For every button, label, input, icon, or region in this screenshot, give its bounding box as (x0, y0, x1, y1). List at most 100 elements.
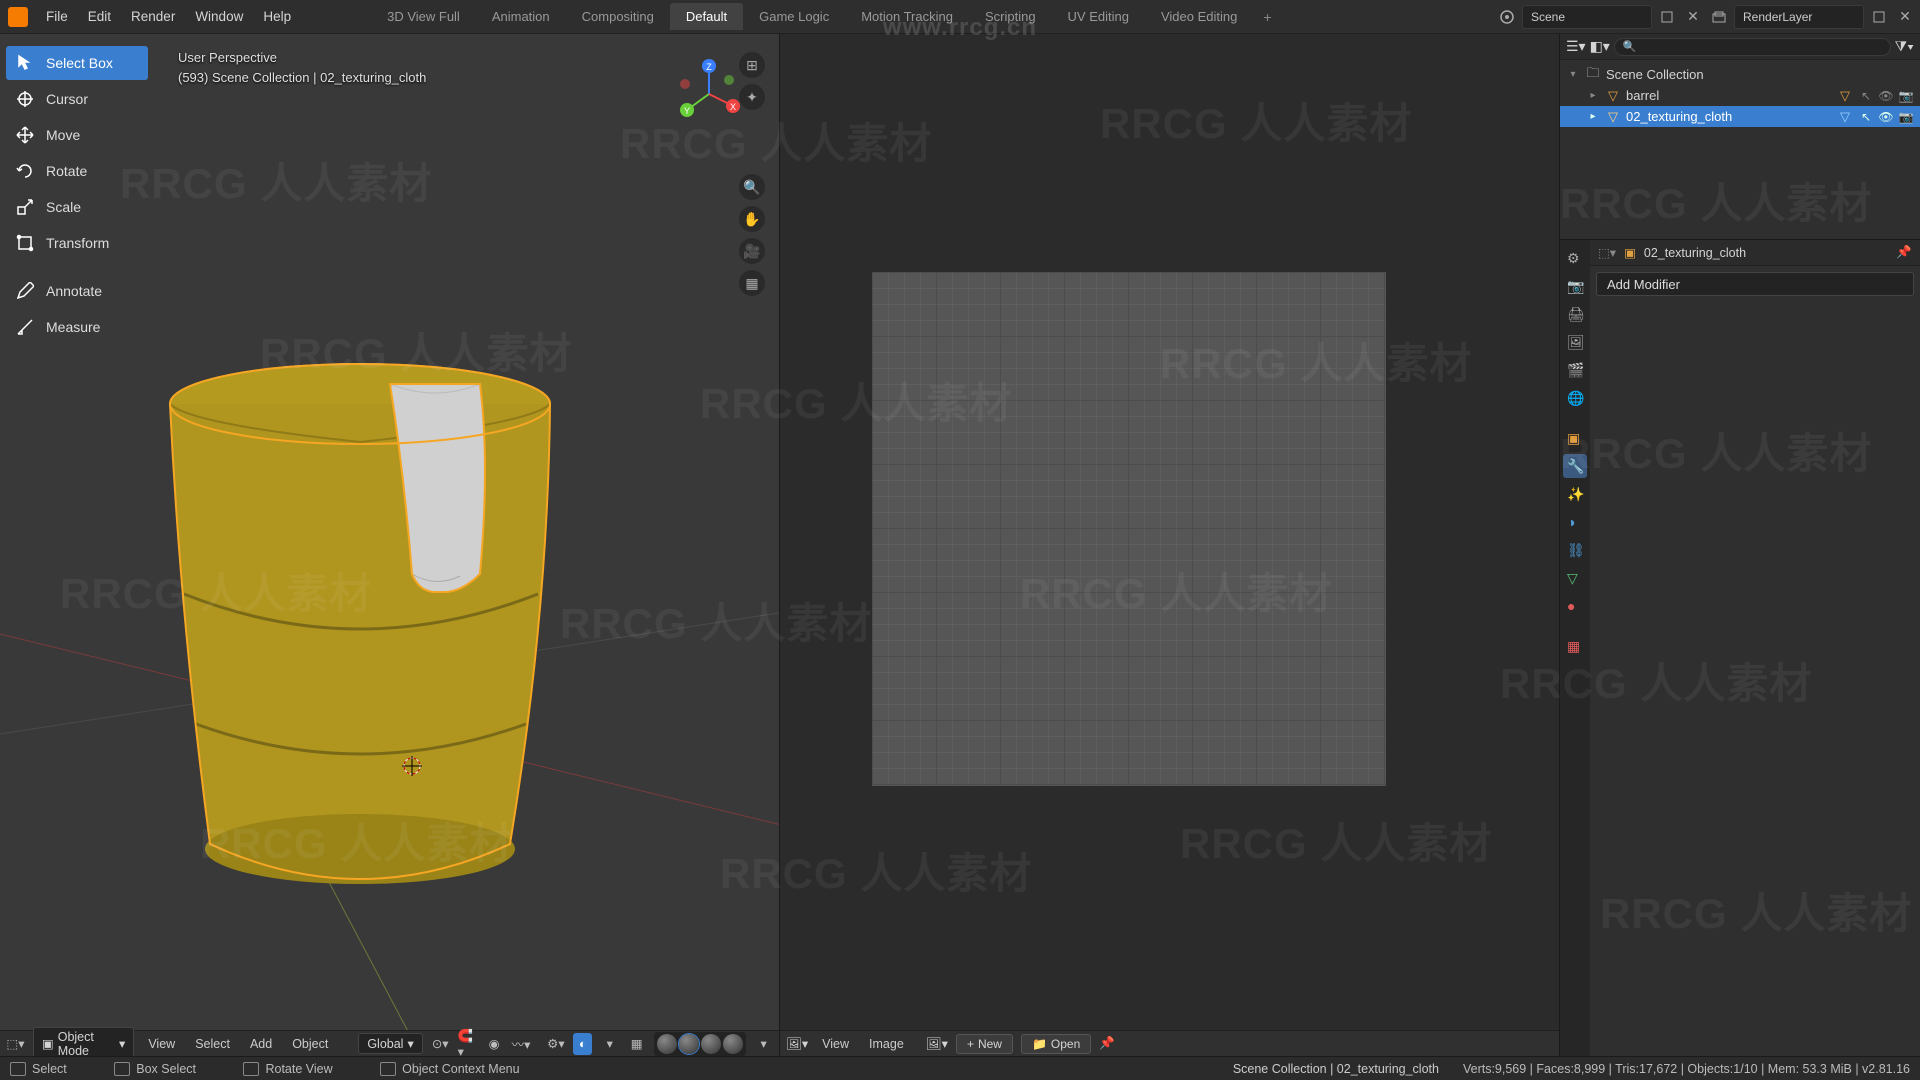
shading-rendered[interactable] (723, 1034, 743, 1054)
tool-measure[interactable]: Measure (6, 310, 148, 344)
proptab-texture[interactable]: ▦ (1563, 634, 1587, 658)
menu-file[interactable]: File (36, 5, 78, 28)
scene-field[interactable]: Scene (1522, 5, 1652, 29)
restrict-select-icon[interactable]: ↖ (1858, 88, 1874, 104)
tool-rotate[interactable]: Rotate (6, 154, 148, 188)
nav-layers-icon[interactable]: ⊞ (739, 52, 765, 78)
tool-annotate[interactable]: Annotate (6, 274, 148, 308)
snap-icon[interactable]: 🧲▾ (458, 1033, 477, 1055)
proptab-modifier[interactable]: 🔧 (1563, 454, 1587, 478)
proptab-constraint[interactable]: ⛓ (1563, 538, 1587, 562)
workspace-gamelogic[interactable]: Game Logic (743, 3, 845, 30)
workspace-default[interactable]: Default (670, 3, 743, 30)
disclosure-icon[interactable]: ▸ (1586, 90, 1600, 101)
proptab-particle[interactable]: ✨ (1563, 482, 1587, 506)
proptab-settings[interactable]: ⚙ (1563, 246, 1587, 270)
disclosure-icon[interactable]: ▾ (1566, 69, 1580, 80)
workspace-scripting[interactable]: Scripting (969, 3, 1052, 30)
orientation-dropdown[interactable]: Global ▾ (358, 1033, 422, 1054)
nav-camera-icon[interactable]: 🎥 (739, 238, 765, 264)
proptab-render[interactable]: 📷 (1563, 274, 1587, 298)
nav-pan-icon[interactable]: ✋ (739, 206, 765, 232)
workspace-add[interactable]: + (1253, 3, 1281, 31)
tool-scale[interactable]: Scale (6, 190, 148, 224)
scene-browse-icon[interactable] (1656, 6, 1678, 28)
workspace-compositing[interactable]: Compositing (566, 3, 670, 30)
outliner-display-icon[interactable]: ◧▾ (1590, 38, 1610, 55)
vp-menu-view[interactable]: View (142, 1035, 181, 1053)
image-editor[interactable]: 🖼▾ View Image 🖼▾ +New 📁Open 📌 (780, 34, 1560, 1056)
outliner-type-icon[interactable]: ☰▾ (1566, 38, 1586, 55)
editor-type-icon[interactable]: ⬚▾ (1598, 245, 1616, 260)
layer-close-icon[interactable]: ✕ (1894, 6, 1916, 28)
workspace-animation[interactable]: Animation (476, 3, 566, 30)
image-open-button[interactable]: 📁Open (1021, 1034, 1091, 1054)
show-gizmo-icon[interactable]: ⚙▾ (546, 1033, 565, 1055)
scene-close-icon[interactable]: ✕ (1682, 6, 1704, 28)
image-browse-icon[interactable]: 🖼▾ (926, 1036, 948, 1052)
proptab-viewlayer[interactable]: 🖼 (1563, 330, 1587, 354)
vp-menu-object[interactable]: Object (286, 1035, 334, 1053)
shading-solid[interactable] (679, 1034, 699, 1054)
workspace-uvediting[interactable]: UV Editing (1052, 3, 1145, 30)
overlays-menu-icon[interactable]: ▾ (600, 1033, 619, 1055)
restrict-select-icon[interactable]: ↖ (1858, 109, 1874, 125)
proptab-world[interactable]: 🌐 (1563, 386, 1587, 410)
axis-gizmo[interactable]: Z Y X (673, 58, 745, 130)
renderlayer-field[interactable]: RenderLayer (1734, 5, 1864, 29)
editor-type-icon[interactable]: 🖼▾ (786, 1036, 808, 1052)
propedit-icon[interactable]: ◉ (485, 1033, 504, 1055)
scene-icon[interactable] (1496, 6, 1518, 28)
overlays-icon[interactable]: ◐ (573, 1033, 592, 1055)
restrict-view-icon[interactable]: 👁 (1878, 109, 1894, 125)
outliner-search[interactable]: 🔍 (1614, 38, 1891, 56)
nav-persp-icon[interactable]: ▦ (739, 270, 765, 296)
tool-select-box[interactable]: Select Box (6, 46, 148, 80)
disclosure-icon[interactable]: ▸ (1586, 111, 1600, 122)
proptab-object[interactable]: ▣ (1563, 426, 1587, 450)
restrict-view-icon[interactable]: 👁 (1878, 88, 1894, 104)
pin-icon[interactable]: 📌 (1896, 245, 1912, 260)
outliner-item-cloth[interactable]: ▸ ▽ 02_texturing_cloth ▽ ↖ 👁 📷 (1560, 106, 1920, 127)
propedit-type-icon[interactable]: 〰▾ (512, 1033, 531, 1055)
outliner-item-barrel[interactable]: ▸ ▽ barrel ▽ ↖ 👁 📷 (1560, 85, 1920, 106)
image-pin-icon[interactable]: 📌 (1099, 1036, 1115, 1051)
vp-menu-add[interactable]: Add (244, 1035, 278, 1053)
image-new-button[interactable]: +New (956, 1034, 1013, 1054)
shading-wireframe[interactable] (657, 1034, 677, 1054)
3d-viewport[interactable]: User Perspective (593) Scene Collection … (0, 34, 780, 1056)
restrict-render-icon[interactable]: 📷 (1898, 88, 1914, 104)
proptab-mesh[interactable]: ▽ (1563, 566, 1587, 590)
outliner-filter-icon[interactable]: ⧩▾ (1895, 38, 1914, 55)
layer-browse-icon[interactable] (1868, 6, 1890, 28)
add-modifier-dropdown[interactable]: Add Modifier (1596, 272, 1914, 296)
workspace-motiontracking[interactable]: Motion Tracking (845, 3, 969, 30)
proptab-physics[interactable]: ◑ (1563, 510, 1587, 534)
img-menu-image[interactable]: Image (863, 1035, 910, 1053)
editor-type-icon[interactable]: ⬚▾ (6, 1033, 25, 1055)
menu-window[interactable]: Window (185, 5, 253, 28)
xray-icon[interactable]: ▦ (627, 1033, 646, 1055)
proptab-scene[interactable]: 🎬 (1563, 358, 1587, 382)
proptab-material[interactable]: ● (1563, 594, 1587, 618)
workspace-videoediting[interactable]: Video Editing (1145, 3, 1253, 30)
restrict-render-icon[interactable]: 📷 (1898, 109, 1914, 125)
shading-menu-icon[interactable]: ▾ (754, 1033, 773, 1055)
nav-tool-icon[interactable]: ✦ (739, 84, 765, 110)
img-menu-view[interactable]: View (816, 1035, 855, 1053)
tool-move[interactable]: Move (6, 118, 148, 152)
barrel-3d-object[interactable] (160, 344, 600, 914)
layer-icon[interactable] (1708, 6, 1730, 28)
vp-menu-select[interactable]: Select (189, 1035, 236, 1053)
pivot-icon[interactable]: ⊙▾ (431, 1033, 450, 1055)
tool-transform[interactable]: Transform (6, 226, 148, 260)
proptab-output[interactable]: 🖨 (1563, 302, 1587, 326)
menu-help[interactable]: Help (253, 5, 301, 28)
menu-render[interactable]: Render (121, 5, 185, 28)
outliner-scene-collection[interactable]: ▾ 🗀 Scene Collection (1560, 64, 1920, 85)
shading-lookdev[interactable] (701, 1034, 721, 1054)
menu-edit[interactable]: Edit (78, 5, 121, 28)
nav-zoom-icon[interactable]: 🔍 (739, 174, 765, 200)
tool-cursor[interactable]: Cursor (6, 82, 148, 116)
mode-dropdown[interactable]: ▣ Object Mode ▾ (33, 1027, 134, 1057)
